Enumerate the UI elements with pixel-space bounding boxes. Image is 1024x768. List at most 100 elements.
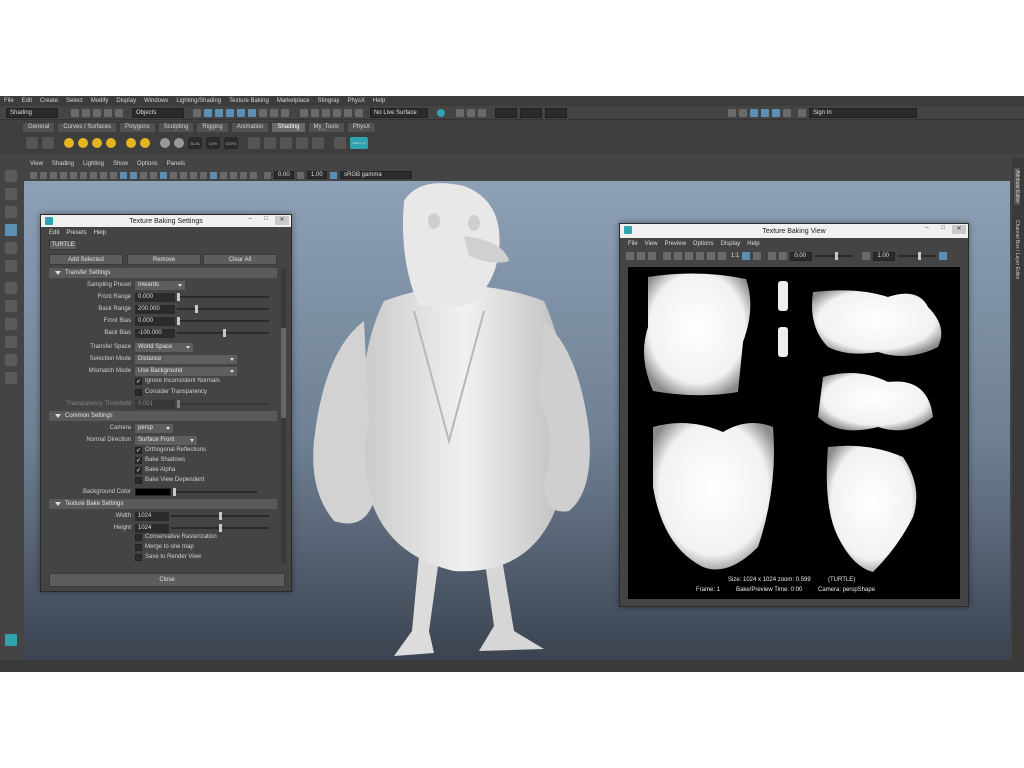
snap-surface-icon[interactable]: [355, 108, 363, 117]
dx9-shader-icon[interactable]: DX9: [206, 137, 220, 149]
rotate-tool-icon[interactable]: [5, 242, 17, 254]
tbs-menu-help[interactable]: Help: [94, 230, 106, 236]
tbs-scrollbar[interactable]: [281, 268, 286, 563]
account-icon[interactable]: [798, 108, 806, 117]
front-bias-slider[interactable]: [177, 317, 269, 325]
menu-modify[interactable]: Modify: [91, 98, 109, 104]
tbv-menu-options[interactable]: Options: [693, 241, 714, 247]
real-size-label[interactable]: 1:1: [731, 253, 739, 259]
y-field[interactable]: [520, 107, 542, 118]
gamma-field[interactable]: 1.00: [873, 251, 896, 261]
use-lights-icon[interactable]: [170, 171, 177, 179]
menu-physx[interactable]: PhysX: [348, 98, 365, 104]
tbs-scroll-area[interactable]: Transfer Settings Sampling Preset Inward…: [41, 268, 291, 563]
exposure-icon[interactable]: [779, 252, 788, 260]
menu-select[interactable]: Select: [66, 98, 83, 104]
single-view-icon[interactable]: [5, 282, 17, 294]
gate-mask-icon[interactable]: [100, 171, 107, 179]
select-dynamics-icon[interactable]: [270, 108, 278, 117]
clear-all-button[interactable]: Clear All: [203, 254, 277, 265]
texture-bake-settings-header[interactable]: Texture Bake Settings: [49, 499, 277, 509]
attribute-editor-tab[interactable]: Attribute Editor: [1014, 168, 1020, 206]
catpro-icon[interactable]: CatPro_E: [350, 137, 368, 149]
snap-grid-icon[interactable]: [311, 108, 319, 117]
xray-icon[interactable]: [240, 171, 247, 179]
bake-shadows-checkbox[interactable]: ✓: [135, 457, 142, 464]
color-management-icon[interactable]: [330, 171, 337, 179]
width-field[interactable]: 1024: [135, 511, 169, 521]
tbs-menu-presets[interactable]: Presets: [66, 230, 86, 236]
snapshot-icon[interactable]: [648, 252, 656, 260]
consider-transparency-checkbox[interactable]: [135, 389, 142, 396]
xray-joints-icon[interactable]: [250, 171, 257, 179]
ipr-render-icon[interactable]: [467, 108, 475, 117]
isolate-select-icon[interactable]: [230, 171, 237, 179]
scale-tool-icon[interactable]: [5, 260, 17, 272]
gamma-icon[interactable]: [297, 171, 304, 179]
view-transform-dropdown[interactable]: sRGB gamma: [340, 171, 412, 179]
shelf-tab-my-tools[interactable]: My_Tools: [307, 122, 345, 132]
attribute-editor-toggle-icon[interactable]: [750, 108, 758, 117]
object-mode-icon[interactable]: [204, 108, 212, 117]
menu-stingray[interactable]: Stingray: [318, 98, 340, 104]
exposure-icon[interactable]: [264, 171, 271, 179]
texture-bake-icon[interactable]: [248, 137, 260, 149]
shelf-tab-curves-surfaces[interactable]: Curves / Surfaces: [57, 122, 118, 132]
ambient-occlusion-icon[interactable]: [190, 171, 197, 179]
menu-windows[interactable]: Windows: [144, 98, 168, 104]
dice-icon[interactable]: [280, 137, 292, 149]
graph-layout-icon[interactable]: [5, 354, 17, 366]
bake-view-dependent-checkbox[interactable]: [135, 477, 142, 484]
remove-button[interactable]: Remove: [127, 254, 201, 265]
modeling-toolkit-icon[interactable]: [728, 108, 736, 117]
tbs-scrollbar-thumb[interactable]: [281, 328, 286, 418]
redo-icon[interactable]: [115, 108, 123, 117]
lambert-material-icon[interactable]: [160, 138, 170, 148]
resolution-gate-icon[interactable]: [90, 171, 97, 179]
grid-toggle-icon[interactable]: [70, 171, 77, 179]
sampling-preset-dropdown[interactable]: Inwards: [135, 280, 185, 290]
gamma-slider[interactable]: [898, 252, 937, 260]
new-scene-icon[interactable]: [71, 108, 79, 117]
two-view-icon[interactable]: [5, 300, 17, 312]
grid-dice-icon[interactable]: [296, 137, 308, 149]
panel-menu-view[interactable]: View: [30, 161, 43, 167]
character-controls-icon[interactable]: [739, 108, 747, 117]
panel-menu-shading[interactable]: Shading: [52, 161, 74, 167]
normal-direction-dropdown[interactable]: Surface Front: [135, 435, 197, 445]
lasso-tool-icon[interactable]: [5, 188, 17, 200]
back-range-field[interactable]: 200.000: [135, 304, 175, 314]
smooth-shade-icon[interactable]: [140, 171, 147, 179]
width-slider[interactable]: [171, 512, 269, 520]
cgfx-shader-icon[interactable]: CGFX: [224, 137, 238, 149]
menu-edit[interactable]: Edit: [22, 98, 32, 104]
wireframe-on-shaded-icon[interactable]: [150, 171, 157, 179]
menu-help[interactable]: Help: [373, 98, 385, 104]
display-options-icon[interactable]: [768, 252, 777, 260]
construction-history-icon[interactable]: [437, 108, 445, 117]
select-rendering-icon[interactable]: [281, 108, 289, 117]
textured-icon[interactable]: [160, 171, 167, 179]
selection-mode-dropdown[interactable]: Distance: [135, 354, 237, 364]
four-view-icon[interactable]: [5, 318, 17, 330]
close-window-button[interactable]: ✕: [275, 216, 289, 225]
hierarchy-mode-icon[interactable]: [193, 108, 201, 117]
menu-texture-baking[interactable]: Texture Baking: [229, 98, 269, 104]
x-field[interactable]: [495, 107, 517, 118]
live-surface-field[interactable]: No Live Surface: [370, 107, 428, 118]
bake-alpha-checkbox[interactable]: ✓: [135, 467, 142, 474]
render-current-frame-icon[interactable]: [456, 108, 464, 117]
component-mode-icon[interactable]: [215, 108, 223, 117]
camera-attributes-icon[interactable]: [40, 171, 47, 179]
transfer-space-dropdown[interactable]: World Space: [135, 342, 193, 352]
select-curves-icon[interactable]: [237, 108, 245, 117]
snap-curve-icon[interactable]: [322, 108, 330, 117]
shelf-tab-polygons[interactable]: Polygons: [119, 122, 156, 132]
panel-menu-lighting[interactable]: Lighting: [83, 161, 104, 167]
render-region-icon[interactable]: [674, 252, 682, 260]
motion-blur-icon[interactable]: [200, 171, 207, 179]
ignore-inconsistent-checkbox[interactable]: ✓: [135, 378, 142, 385]
shadows-icon[interactable]: [180, 171, 187, 179]
sign-in-dropdown[interactable]: Sign In: [809, 107, 917, 118]
magnet-icon[interactable]: [300, 108, 308, 117]
